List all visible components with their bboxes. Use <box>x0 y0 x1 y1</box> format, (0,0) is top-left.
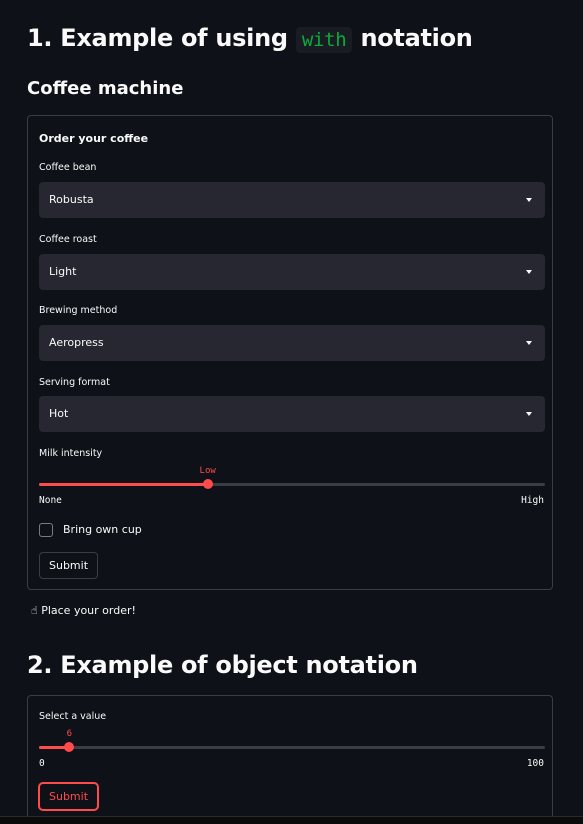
section1-title-prefix: 1. Example of using <box>27 24 288 52</box>
coffee-order-form: Order your coffee Coffee bean Robusta Co… <box>27 115 553 590</box>
brewing-method-select[interactable]: Aeropress <box>39 325 545 361</box>
chevron-down-icon <box>526 270 532 274</box>
bring-own-cup-label[interactable]: Bring own cup <box>63 523 142 536</box>
coffee-roast-select[interactable]: Light <box>39 254 545 290</box>
coffee-roast-label: Coffee roast <box>39 234 97 245</box>
milk-intensity-slider[interactable]: Low <box>39 466 545 489</box>
milk-intensity-thumb[interactable] <box>202 479 213 489</box>
milk-min-label: None <box>39 495 62 506</box>
brewing-method-value: Aeropress <box>49 336 104 349</box>
value-max-label: 100 <box>526 758 544 769</box>
coffee-bean-select[interactable]: Robusta <box>39 182 545 218</box>
section1-title: 1. Example of using with notation <box>27 24 473 53</box>
order-message: ☝ Place your order! <box>31 604 136 617</box>
order-message-text: Place your order! <box>41 604 136 617</box>
brewing-method-label: Brewing method <box>39 305 118 316</box>
serving-format-value: Hot <box>49 407 69 420</box>
section2-title: 2. Example of object notation <box>27 651 418 679</box>
value-slider[interactable]: 6 <box>39 729 545 752</box>
chevron-down-icon <box>526 412 532 416</box>
milk-intensity-label: Milk intensity <box>39 448 103 459</box>
section1-title-suffix: notation <box>360 24 473 52</box>
milk-intensity-value: Low <box>199 466 216 476</box>
value-submit-button[interactable]: Submit <box>39 783 99 810</box>
coffee-machine-heading: Coffee machine <box>27 78 184 99</box>
section1-title-code: with <box>295 27 353 53</box>
coffee-bean-label: Coffee bean <box>39 162 97 173</box>
coffee-roast-value: Light <box>49 265 77 278</box>
value-slider-thumb[interactable] <box>64 742 75 752</box>
value-min-label: 0 <box>39 758 45 769</box>
chevron-down-icon <box>526 341 532 345</box>
select-value-label: Select a value <box>39 711 107 722</box>
value-form: Select a value 6 0 100 Submit <box>27 695 553 823</box>
milk-intensity-fill <box>39 483 208 486</box>
pointing-up-hand-icon: ☝ <box>31 604 38 617</box>
milk-max-label: High <box>521 495 544 506</box>
serving-format-label: Serving format <box>39 377 110 388</box>
serving-format-select[interactable]: Hot <box>39 396 545 432</box>
value-slider-value: 6 <box>66 729 73 739</box>
coffee-submit-button[interactable]: Submit <box>39 552 99 579</box>
bring-own-cup-checkbox[interactable] <box>39 523 53 537</box>
coffee-bean-value: Robusta <box>49 193 94 206</box>
form-title: Order your coffee <box>39 132 149 145</box>
chevron-down-icon <box>526 198 532 202</box>
